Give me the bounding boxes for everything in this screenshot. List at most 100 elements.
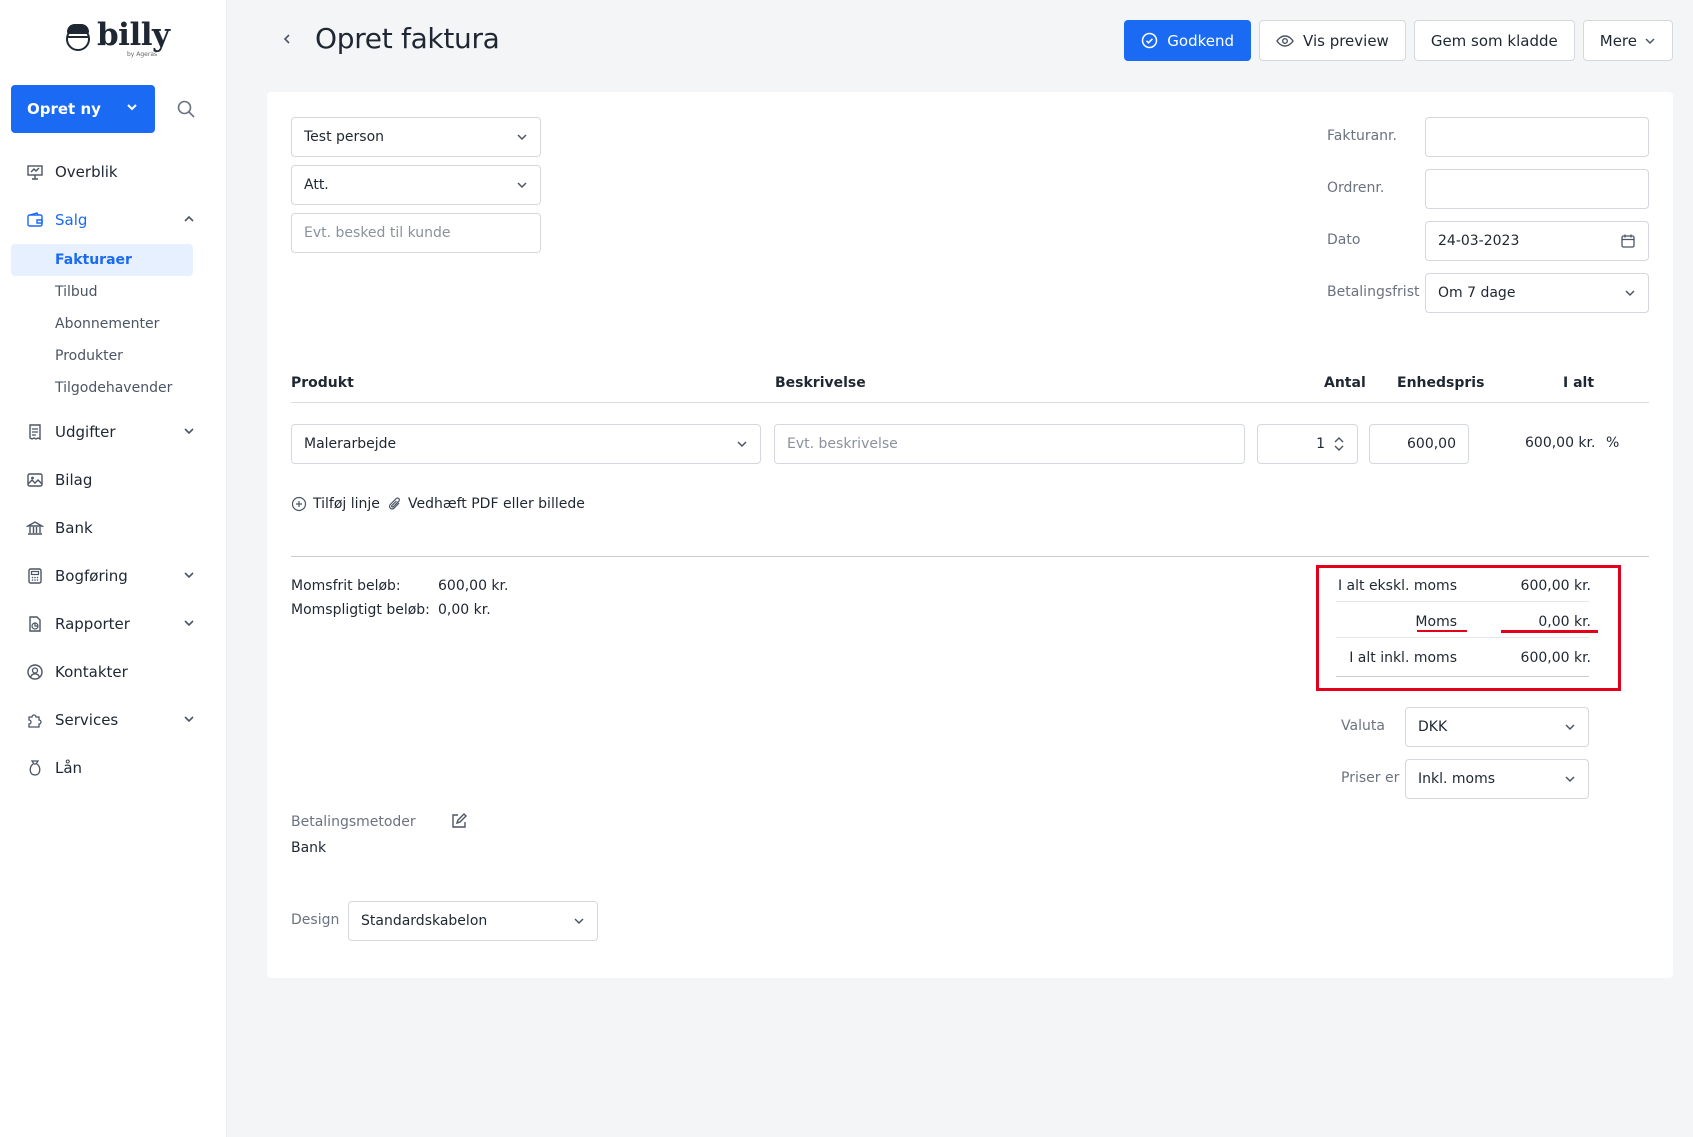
- currency-label: Valuta: [1341, 718, 1385, 734]
- contact-icon: [26, 663, 44, 681]
- subnav-item-abonnementer[interactable]: Abonnementer: [11, 308, 193, 340]
- add-line-button[interactable]: Tilføj linje: [291, 496, 380, 512]
- product-select[interactable]: Malerarbejde: [291, 424, 761, 464]
- customer-message-placeholder: Evt. besked til kunde: [304, 225, 451, 241]
- calculator-icon: [26, 567, 44, 585]
- qty-stepper[interactable]: 1: [1257, 424, 1358, 464]
- search-icon[interactable]: [176, 99, 196, 119]
- totals-row-divider: [1336, 637, 1589, 638]
- due-label: Betalingsfrist: [1327, 284, 1420, 300]
- subnav-item-fakturaer[interactable]: Fakturaer: [11, 244, 193, 276]
- product-value: Malerarbejde: [304, 436, 397, 452]
- col-header-product: Produkt: [291, 375, 354, 391]
- back-chevron-icon[interactable]: [280, 32, 294, 50]
- att-value: Att.: [304, 177, 329, 193]
- more-label: Mere: [1599, 31, 1637, 50]
- invoice-no-label: Fakturanr.: [1327, 128, 1397, 144]
- contact-value: Test person: [304, 129, 385, 145]
- nav-item-udgifter[interactable]: Udgifter: [0, 408, 227, 456]
- stepper-arrows-icon[interactable]: [1333, 435, 1345, 453]
- col-header-unit-price: Enhedspris: [1397, 375, 1485, 391]
- customer-message-input[interactable]: Evt. besked til kunde: [291, 213, 541, 253]
- calendar-icon[interactable]: [1620, 233, 1636, 249]
- nav-item-bogforing[interactable]: Bogføring: [0, 552, 227, 600]
- nav-item-overblik[interactable]: Overblik: [0, 148, 227, 196]
- more-button[interactable]: Mere: [1582, 20, 1673, 61]
- presentation-icon: [26, 163, 44, 181]
- prices-select[interactable]: Inkl. moms: [1405, 759, 1589, 799]
- nav-item-bilag[interactable]: Bilag: [0, 456, 227, 504]
- design-value: Standardskabelon: [361, 913, 488, 929]
- create-new-button[interactable]: Opret ny: [11, 85, 155, 133]
- wallet-icon: [26, 211, 44, 229]
- chevron-down-icon: [516, 131, 528, 143]
- vat-liable-value: 0,00 kr.: [438, 602, 491, 618]
- page-title: Opret faktura: [315, 22, 500, 55]
- discount-toggle[interactable]: %: [1606, 435, 1619, 451]
- nav-item-salg[interactable]: Salg: [0, 196, 227, 244]
- invoice-no-input[interactable]: [1425, 117, 1649, 157]
- billy-logo[interactable]: billy by Ageras: [64, 20, 170, 58]
- table-header-divider: [291, 402, 1649, 403]
- chevron-down-icon: [736, 438, 748, 450]
- attach-file-button[interactable]: Vedhæft PDF eller billede: [388, 496, 585, 512]
- nav-label: Rapporter: [55, 615, 130, 633]
- vat-label-underline: [1417, 630, 1467, 632]
- paperclip-icon: [388, 496, 402, 512]
- chevron-down-icon: [183, 567, 195, 585]
- chevron-down-icon: [183, 423, 195, 441]
- order-no-input[interactable]: [1425, 169, 1649, 209]
- invoice-form: Test person Att. Evt. besked til kunde F…: [267, 92, 1673, 978]
- vat-liable-label: Momspligtigt beløb:: [291, 602, 430, 618]
- nav-label: Bank: [55, 519, 93, 537]
- subnav-item-produkter[interactable]: Produkter: [11, 340, 193, 372]
- due-select[interactable]: Om 7 dage: [1425, 273, 1649, 313]
- approve-button[interactable]: Godkend: [1124, 20, 1252, 61]
- chevron-down-icon: [183, 711, 195, 729]
- nav-item-bank[interactable]: Bank: [0, 504, 227, 552]
- date-label: Dato: [1327, 232, 1361, 248]
- contact-select[interactable]: Test person: [291, 117, 541, 157]
- report-icon: [26, 615, 44, 633]
- brand-subtitle: by Ageras: [127, 51, 158, 58]
- vat-exempt-value: 600,00 kr.: [438, 578, 509, 594]
- preview-button[interactable]: Vis preview: [1259, 20, 1406, 61]
- nav-label: Bilag: [55, 471, 93, 489]
- nav-item-rapporter[interactable]: Rapporter: [0, 600, 227, 648]
- chevron-down-icon: [1644, 35, 1656, 47]
- chevron-down-icon: [1564, 773, 1576, 785]
- total-incl-vat-label: I alt inkl. moms: [1349, 650, 1457, 666]
- design-label: Design: [291, 912, 340, 928]
- vat-value-underline: [1501, 630, 1598, 633]
- line-description-input[interactable]: Evt. beskrivelse: [774, 424, 1245, 464]
- prices-label: Priser er: [1341, 770, 1400, 786]
- currency-select[interactable]: DKK: [1405, 707, 1589, 747]
- total-excl-vat-label: I alt ekskl. moms: [1337, 578, 1457, 594]
- header-toolbar: Godkend Vis preview Gem som kladde Mere: [1124, 20, 1673, 61]
- nav-label: Bogføring: [55, 567, 128, 585]
- prices-value: Inkl. moms: [1418, 771, 1496, 787]
- nav-item-kontakter[interactable]: Kontakter: [0, 648, 227, 696]
- unit-price-input[interactable]: 600,00: [1369, 424, 1469, 464]
- att-select[interactable]: Att.: [291, 165, 541, 205]
- date-input[interactable]: 24-03-2023: [1425, 221, 1649, 261]
- save-draft-button[interactable]: Gem som kladde: [1413, 20, 1575, 61]
- totals-divider: [291, 556, 1649, 557]
- payment-methods-value: Bank: [291, 840, 327, 856]
- approve-label: Godkend: [1167, 31, 1235, 50]
- nav-label: Udgifter: [55, 423, 116, 441]
- preview-label: Vis preview: [1303, 31, 1389, 50]
- sales-subnav: Fakturaer Tilbud Abonnementer Produkter …: [0, 244, 227, 408]
- eye-icon: [1276, 34, 1294, 48]
- nav-item-lan[interactable]: Lån: [0, 744, 227, 792]
- edit-icon[interactable]: [450, 812, 468, 834]
- subnav-item-tilgodehavender[interactable]: Tilgodehavender: [11, 372, 193, 404]
- subnav-item-tilbud[interactable]: Tilbud: [11, 276, 193, 308]
- totals-row-divider: [1336, 601, 1589, 602]
- nav-item-services[interactable]: Services: [0, 696, 227, 744]
- billy-mascot-icon: [64, 24, 92, 52]
- attach-file-label: Vedhæft PDF eller billede: [408, 496, 585, 512]
- plus-circle-icon: [291, 496, 307, 512]
- design-select[interactable]: Standardskabelon: [348, 901, 598, 941]
- create-new-label: Opret ny: [27, 100, 101, 118]
